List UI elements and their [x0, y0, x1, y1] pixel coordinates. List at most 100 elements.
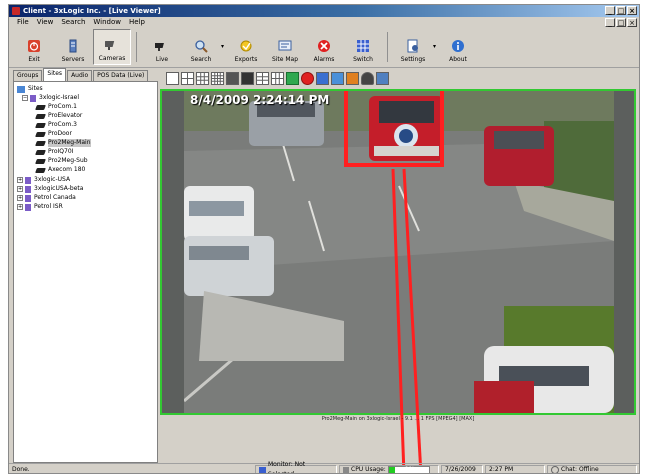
- dome-camera-icon[interactable]: [361, 71, 374, 85]
- tree-camera-selected[interactable]: Pro2Meg-Main: [35, 139, 91, 147]
- camera-icon: [35, 122, 46, 128]
- chat-icon: [551, 466, 559, 473]
- close-button[interactable]: ×: [627, 6, 637, 15]
- sitemap-button[interactable]: Site Map: [266, 29, 304, 65]
- tree-site[interactable]: + Petrol Canada: [17, 194, 76, 202]
- settings-icon: [406, 39, 420, 53]
- layout-grid-button[interactable]: [271, 71, 284, 85]
- display-icon[interactable]: [376, 71, 389, 85]
- layout-wide-button[interactable]: [256, 71, 269, 85]
- tree-root[interactable]: Sites: [17, 85, 43, 93]
- menu-file[interactable]: File: [13, 17, 33, 28]
- tree-camera[interactable]: Axecom 180: [35, 166, 85, 174]
- camera-icon: [35, 113, 46, 119]
- exports-label: Exports: [234, 56, 258, 63]
- tree-camera[interactable]: ProDoor: [35, 130, 72, 138]
- tab-pos-data[interactable]: POS Data (Live): [93, 70, 149, 81]
- layout-custom-button[interactable]: [241, 71, 254, 85]
- alarms-button[interactable]: Alarms: [305, 29, 343, 65]
- site-icon: [25, 203, 31, 211]
- exports-button[interactable]: Exports: [227, 29, 265, 65]
- window-title: Client - 3xLogic Inc. - [Live Viewer]: [23, 7, 161, 15]
- cpu-status: CPU Usage: 1%: [339, 465, 439, 473]
- expand-icon[interactable]: +: [17, 195, 23, 201]
- switch-button[interactable]: Switch: [344, 29, 382, 65]
- motion-selection-box[interactable]: [344, 91, 444, 167]
- sitemap-icon: [278, 39, 292, 53]
- menu-window[interactable]: Window: [89, 17, 125, 28]
- monitor-status: Monitor: Not Selected: [255, 461, 337, 473]
- layout-toolbar: [166, 70, 389, 86]
- expand-icon[interactable]: +: [17, 177, 23, 183]
- panel-tabs: Groups Sites Audio POS Data (Live): [13, 68, 158, 81]
- mdi-minimize-button[interactable]: _: [605, 18, 615, 27]
- layout-5x5-button[interactable]: [226, 71, 239, 85]
- tree-camera[interactable]: ProIQ70I: [35, 148, 73, 156]
- servers-label: Servers: [61, 56, 85, 63]
- cameras-button[interactable]: Cameras: [93, 29, 131, 65]
- tree-camera[interactable]: ProCom.3: [35, 121, 77, 129]
- menu-search[interactable]: Search: [57, 17, 89, 28]
- left-panel: Groups Sites Audio POS Data (Live) Sites…: [13, 68, 158, 463]
- camera-icon: [35, 131, 46, 137]
- search-button[interactable]: Search: [182, 29, 220, 65]
- monitor-icon[interactable]: [316, 71, 329, 85]
- app-window: Client - 3xLogic Inc. - [Live Viewer] _ …: [8, 4, 640, 474]
- layout-4x4-button[interactable]: [211, 71, 224, 85]
- exports-icon: [239, 39, 253, 53]
- tab-groups[interactable]: Groups: [13, 70, 43, 81]
- cpu-meter-fill: [388, 466, 395, 473]
- close-all-icon[interactable]: [301, 71, 314, 85]
- layout-3x3-button[interactable]: [196, 71, 209, 85]
- menu-bar: File View Search Window Help _ □ ×: [9, 17, 639, 28]
- expand-icon[interactable]: +: [17, 186, 23, 192]
- live-camera-icon: [155, 39, 169, 53]
- tree-camera[interactable]: ProElevator: [35, 112, 82, 120]
- video-viewer[interactable]: 8/4/2009 2:24:14 PM: [160, 89, 636, 415]
- site-icon: [25, 194, 31, 202]
- exit-button[interactable]: Exit: [15, 29, 53, 65]
- layout-2x2-button[interactable]: [181, 71, 194, 85]
- camera-icon: [35, 158, 46, 164]
- tree-camera[interactable]: ProCom.1: [35, 103, 77, 111]
- tree-site[interactable]: +3xlogicUSA-beta: [17, 185, 83, 193]
- tree-site[interactable]: + Petrol ISR: [17, 203, 63, 211]
- sites-icon: [17, 85, 25, 93]
- mdi-close-button[interactable]: ×: [627, 18, 637, 27]
- layout-1x1-button[interactable]: [166, 71, 179, 85]
- grid-icon: [356, 39, 370, 53]
- collapse-icon[interactable]: −: [22, 95, 28, 101]
- tab-audio[interactable]: Audio: [67, 70, 93, 81]
- status-text: Done.: [12, 466, 30, 473]
- camera-icon: [35, 140, 46, 146]
- camera-icon: [35, 104, 46, 110]
- site-icon: [30, 94, 36, 102]
- tree-site[interactable]: +3xlogic-USA: [17, 176, 70, 184]
- about-label: About: [449, 56, 467, 63]
- tab-sites[interactable]: Sites: [43, 68, 67, 81]
- minimize-button[interactable]: _: [605, 6, 615, 15]
- site-icon: [25, 176, 31, 184]
- toolbar-separator: [387, 32, 388, 62]
- tree-site-israel[interactable]: −3xlogic-Israel: [22, 94, 79, 102]
- servers-button[interactable]: Servers: [54, 29, 92, 65]
- search-label: Search: [190, 56, 212, 63]
- title-bar: Client - 3xLogic Inc. - [Live Viewer] _ …: [9, 5, 639, 17]
- tools-icon[interactable]: [346, 71, 359, 85]
- main-toolbar: Exit Servers Cameras Live Search ▾ Expor…: [9, 29, 639, 68]
- toolbar-separator: [136, 32, 137, 62]
- video-timestamp: 8/4/2009 2:24:14 PM: [190, 93, 330, 107]
- about-button[interactable]: About: [439, 29, 477, 65]
- mdi-restore-button[interactable]: □: [616, 18, 626, 27]
- live-button[interactable]: Live: [143, 29, 181, 65]
- menu-help[interactable]: Help: [125, 17, 149, 28]
- snapshot-icon[interactable]: [331, 71, 344, 85]
- camera-icon: [105, 38, 119, 52]
- menu-view[interactable]: View: [33, 17, 58, 28]
- expand-icon[interactable]: +: [17, 204, 23, 210]
- maximize-button[interactable]: □: [616, 6, 626, 15]
- chat-status[interactable]: Chat: Offline: [547, 465, 637, 473]
- save-layout-icon[interactable]: [286, 71, 299, 85]
- settings-button[interactable]: Settings: [394, 29, 432, 65]
- tree-camera[interactable]: Pro2Meg-Sub: [35, 157, 88, 165]
